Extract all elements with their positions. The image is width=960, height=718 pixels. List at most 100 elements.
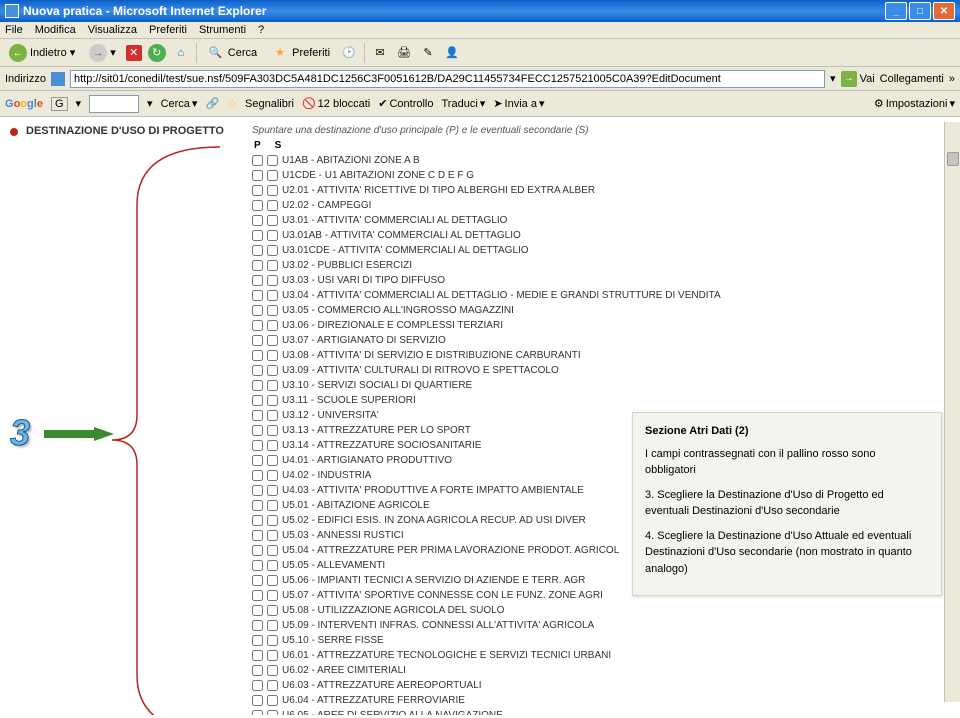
checkbox-p[interactable] bbox=[252, 365, 263, 376]
checkbox-p[interactable] bbox=[252, 590, 263, 601]
gbar-send[interactable]: ➤ Invia a ▾ bbox=[493, 97, 544, 110]
search-button[interactable]: 🔍 Cerca bbox=[203, 42, 261, 64]
home-button[interactable]: ⌂ bbox=[172, 44, 190, 62]
checkbox-p[interactable] bbox=[252, 440, 263, 451]
menu-view[interactable]: Visualizza bbox=[88, 24, 137, 36]
vertical-scrollbar[interactable] bbox=[944, 122, 960, 702]
checkbox-p[interactable] bbox=[252, 485, 263, 496]
links-label[interactable]: Collegamenti bbox=[880, 73, 944, 85]
checkbox-p[interactable] bbox=[252, 380, 263, 391]
checkbox-p[interactable] bbox=[252, 395, 263, 406]
gbar-cerca[interactable]: Cerca ▾ bbox=[161, 97, 198, 110]
checkbox-s[interactable] bbox=[267, 215, 278, 226]
checkbox-p[interactable] bbox=[252, 620, 263, 631]
checkbox-s[interactable] bbox=[267, 650, 278, 661]
checkbox-s[interactable] bbox=[267, 635, 278, 646]
checkbox-s[interactable] bbox=[267, 485, 278, 496]
gbar-blocked[interactable]: 🚫 12 bloccati bbox=[302, 97, 370, 110]
checkbox-p[interactable] bbox=[252, 575, 263, 586]
checkbox-p[interactable] bbox=[252, 605, 263, 616]
checkbox-s[interactable] bbox=[267, 230, 278, 241]
checkbox-s[interactable] bbox=[267, 155, 278, 166]
checkbox-p[interactable] bbox=[252, 320, 263, 331]
checkbox-p[interactable] bbox=[252, 695, 263, 706]
checkbox-p[interactable] bbox=[252, 260, 263, 271]
checkbox-p[interactable] bbox=[252, 185, 263, 196]
checkbox-s[interactable] bbox=[267, 560, 278, 571]
checkbox-s[interactable] bbox=[267, 245, 278, 256]
checkbox-p[interactable] bbox=[252, 335, 263, 346]
checkbox-s[interactable] bbox=[267, 380, 278, 391]
checkbox-s[interactable] bbox=[267, 320, 278, 331]
address-input[interactable] bbox=[70, 70, 825, 88]
checkbox-s[interactable] bbox=[267, 260, 278, 271]
checkbox-p[interactable] bbox=[252, 710, 263, 715]
checkbox-p[interactable] bbox=[252, 455, 263, 466]
menu-favorites[interactable]: Preferiti bbox=[149, 24, 187, 36]
back-button[interactable]: ← Indietro ▾ bbox=[5, 42, 79, 64]
checkbox-s[interactable] bbox=[267, 200, 278, 211]
checkbox-s[interactable] bbox=[267, 275, 278, 286]
close-button[interactable]: ✕ bbox=[933, 2, 955, 20]
gbar-check[interactable]: ✔ Controllo bbox=[378, 97, 433, 110]
chevron-down-icon[interactable]: ▾ bbox=[830, 72, 836, 85]
checkbox-p[interactable] bbox=[252, 215, 263, 226]
edit-icon[interactable]: ✎ bbox=[419, 44, 437, 62]
checkbox-p[interactable] bbox=[252, 560, 263, 571]
checkbox-s[interactable] bbox=[267, 710, 278, 715]
checkbox-p[interactable] bbox=[252, 635, 263, 646]
checkbox-p[interactable] bbox=[252, 410, 263, 421]
checkbox-p[interactable] bbox=[252, 500, 263, 511]
checkbox-p[interactable] bbox=[252, 470, 263, 481]
menu-tools[interactable]: Strumenti bbox=[199, 24, 246, 36]
checkbox-s[interactable] bbox=[267, 170, 278, 181]
go-button[interactable]: → Vai bbox=[841, 71, 875, 87]
history-icon[interactable]: 🕑 bbox=[340, 44, 358, 62]
checkbox-s[interactable] bbox=[267, 470, 278, 481]
checkbox-s[interactable] bbox=[267, 665, 278, 676]
scroll-thumb[interactable] bbox=[947, 152, 959, 166]
mail-icon[interactable]: ✉ bbox=[371, 44, 389, 62]
checkbox-s[interactable] bbox=[267, 500, 278, 511]
maximize-button[interactable]: □ bbox=[909, 2, 931, 20]
checkbox-s[interactable] bbox=[267, 515, 278, 526]
stop-button[interactable]: ✕ bbox=[126, 45, 142, 61]
checkbox-p[interactable] bbox=[252, 425, 263, 436]
checkbox-s[interactable] bbox=[267, 305, 278, 316]
checkbox-p[interactable] bbox=[252, 665, 263, 676]
checkbox-s[interactable] bbox=[267, 620, 278, 631]
checkbox-s[interactable] bbox=[267, 290, 278, 301]
checkbox-p[interactable] bbox=[252, 305, 263, 316]
minimize-button[interactable]: _ bbox=[885, 2, 907, 20]
gbar-bookmarks[interactable]: Segnalibri bbox=[245, 98, 294, 110]
checkbox-p[interactable] bbox=[252, 230, 263, 241]
checkbox-s[interactable] bbox=[267, 590, 278, 601]
checkbox-s[interactable] bbox=[267, 410, 278, 421]
checkbox-s[interactable] bbox=[267, 530, 278, 541]
checkbox-s[interactable] bbox=[267, 425, 278, 436]
checkbox-p[interactable] bbox=[252, 515, 263, 526]
checkbox-p[interactable] bbox=[252, 545, 263, 556]
google-search-input[interactable] bbox=[89, 95, 139, 113]
checkbox-s[interactable] bbox=[267, 185, 278, 196]
menu-edit[interactable]: Modifica bbox=[35, 24, 76, 36]
google-badge[interactable]: G bbox=[51, 97, 68, 111]
checkbox-s[interactable] bbox=[267, 350, 278, 361]
favorites-button[interactable]: ★ Preferiti bbox=[267, 42, 334, 64]
print-icon[interactable]: 🖨 bbox=[395, 44, 413, 62]
checkbox-s[interactable] bbox=[267, 335, 278, 346]
checkbox-p[interactable] bbox=[252, 170, 263, 181]
checkbox-p[interactable] bbox=[252, 650, 263, 661]
checkbox-s[interactable] bbox=[267, 440, 278, 451]
gbar-settings[interactable]: ⚙ Impostazioni ▾ bbox=[874, 97, 955, 110]
forward-button[interactable]: → ▾ bbox=[85, 42, 120, 64]
checkbox-p[interactable] bbox=[252, 275, 263, 286]
refresh-button[interactable]: ↻ bbox=[148, 44, 166, 62]
menu-help[interactable]: ? bbox=[258, 24, 264, 36]
checkbox-s[interactable] bbox=[267, 575, 278, 586]
checkbox-p[interactable] bbox=[252, 200, 263, 211]
checkbox-p[interactable] bbox=[252, 245, 263, 256]
checkbox-p[interactable] bbox=[252, 290, 263, 301]
messenger-icon[interactable]: 👤 bbox=[443, 44, 461, 62]
gbar-translate[interactable]: Traduci ▾ bbox=[442, 97, 486, 110]
